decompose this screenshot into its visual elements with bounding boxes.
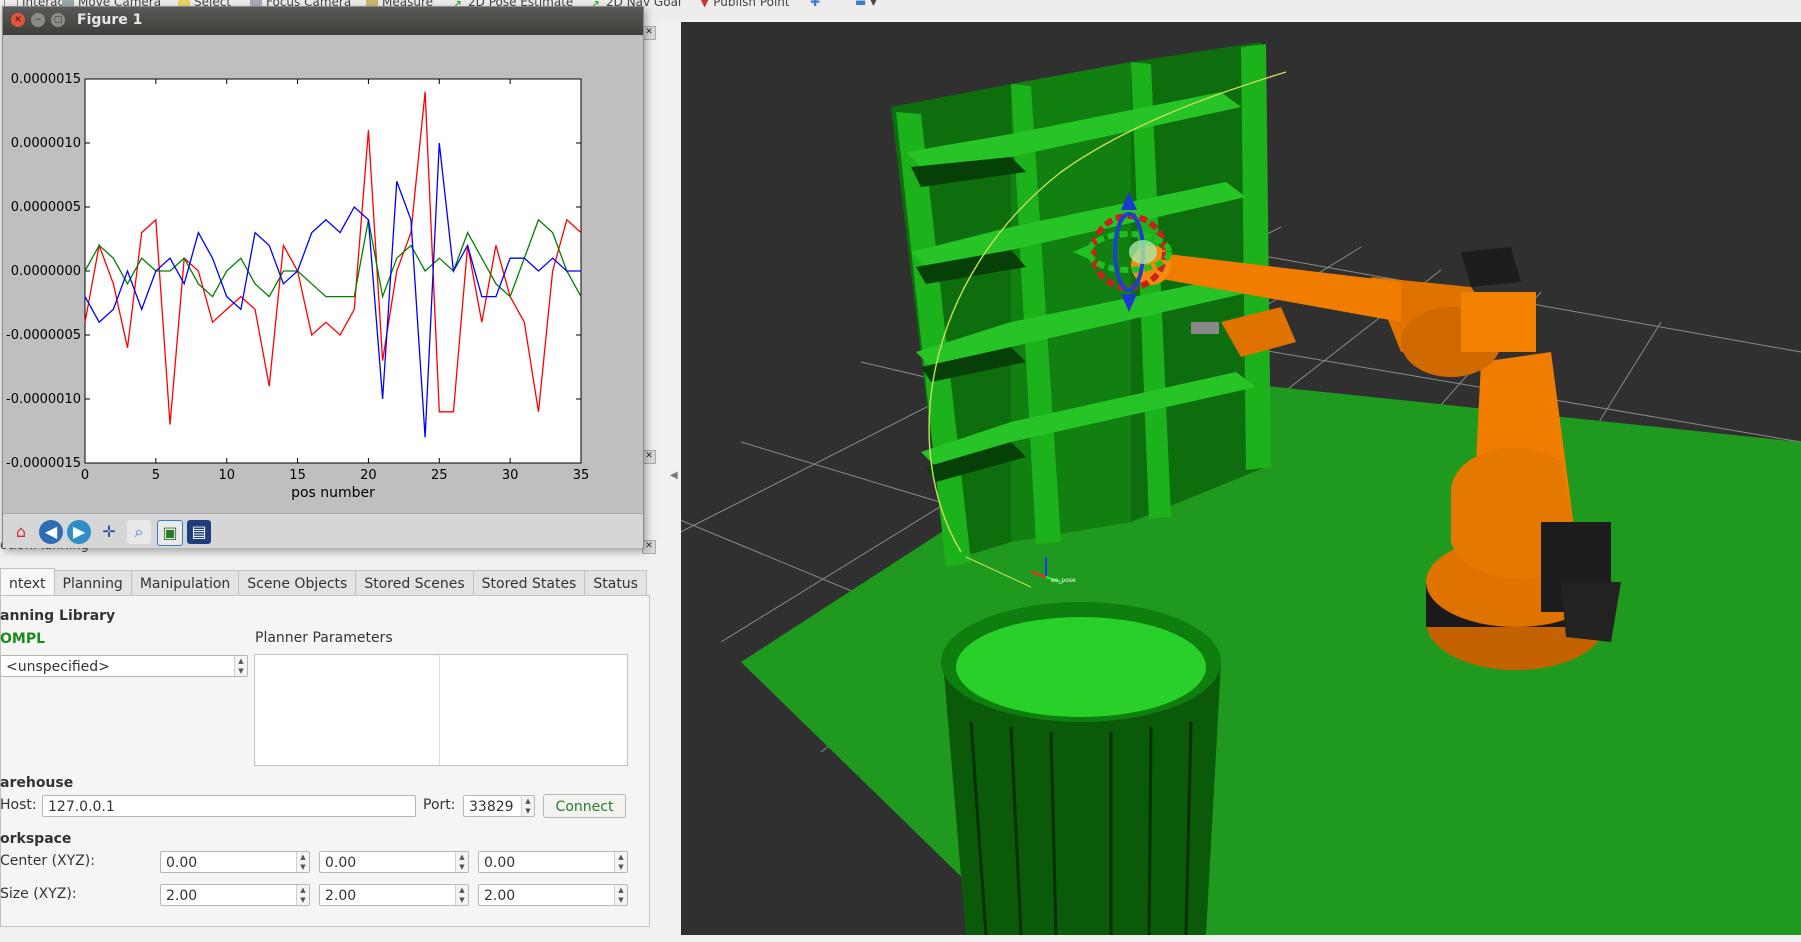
- y-tick-label: 0.0000015: [11, 72, 81, 87]
- center-z-value: 0.00: [484, 855, 516, 871]
- y-tick-label: 0.0000010: [11, 136, 81, 151]
- figure-title: Figure 1: [77, 12, 143, 28]
- y-tick-label: 0.0000000: [11, 264, 81, 279]
- plus-icon: ✚: [810, 0, 821, 9]
- minimize-icon[interactable]: −: [31, 13, 45, 27]
- size-z-value: 2.00: [484, 888, 516, 904]
- publish-point-icon: ▼: [700, 0, 710, 9]
- tab-planning[interactable]: Planning: [53, 570, 132, 595]
- ee-pose-label: ee_pose: [1051, 577, 1076, 584]
- close-icon[interactable]: ✕: [11, 13, 25, 27]
- motion-planning-tabs: ntext Planning Manipulation Scene Object…: [0, 568, 647, 596]
- bucket-model: [941, 602, 1221, 935]
- center-y-value: 0.00: [325, 855, 357, 871]
- tab-context[interactable]: ntext: [0, 568, 55, 595]
- planner-select[interactable]: <unspecified> ▲ ▼: [0, 655, 248, 677]
- updown-arrows-icon: ▲ ▼: [614, 852, 627, 872]
- size-x-spinbox[interactable]: 2.00 ▲ ▼: [160, 884, 310, 906]
- y-tick-label: 0.0000005: [11, 200, 81, 215]
- close-icon[interactable]: ✕: [642, 26, 656, 40]
- center-x-spinbox[interactable]: 0.00 ▲ ▼: [160, 851, 310, 873]
- workspace-heading: orkspace: [0, 831, 72, 847]
- port-spinbox[interactable]: 33829 ▲ ▼: [463, 795, 535, 817]
- configure-subplots-icon[interactable]: ▣: [157, 520, 183, 546]
- x-tick-label: 15: [289, 468, 306, 483]
- updown-arrows-icon: ▲ ▼: [296, 885, 309, 905]
- maximize-icon[interactable]: □: [51, 13, 65, 27]
- port-label: Port:: [423, 797, 456, 813]
- y-tick-label: -0.0000005: [6, 328, 81, 343]
- toolbar-label: Publish Point: [713, 0, 790, 9]
- x-tick-label: 25: [431, 468, 448, 483]
- chevron-down-icon: ▼: [870, 0, 877, 7]
- planning-library-heading: anning Library: [0, 608, 116, 624]
- center-y-spinbox[interactable]: 0.00 ▲ ▼: [319, 851, 469, 873]
- y-tick-label: -0.0000015: [6, 456, 81, 471]
- remove-tool-button[interactable]: ▬ ▼: [855, 0, 877, 9]
- host-label: Host:: [0, 797, 37, 813]
- pan-icon[interactable]: ✛: [97, 520, 121, 544]
- updown-arrows-icon: ▲ ▼: [614, 885, 627, 905]
- updown-arrows-icon: ▲ ▼: [234, 656, 247, 676]
- x-tick-label: 20: [360, 468, 377, 483]
- x-tick-label: 10: [218, 468, 235, 483]
- updown-arrows-icon: ▲ ▼: [455, 885, 468, 905]
- planning-library-name: OMPL: [0, 631, 46, 647]
- floor-plane: [741, 377, 1801, 935]
- figure-toolbar: ⌂ ◀ ▶ ✛ ⌕ ▣ ▤: [3, 513, 643, 548]
- size-x-value: 2.00: [166, 888, 198, 904]
- size-z-spinbox[interactable]: 2.00 ▲ ▼: [478, 884, 628, 906]
- minus-icon: ▬: [855, 0, 867, 9]
- tab-status[interactable]: Status: [584, 570, 647, 595]
- updown-arrows-icon: ▲ ▼: [296, 852, 309, 872]
- back-icon[interactable]: ◀: [39, 520, 63, 544]
- x-axis-label: pos number: [291, 485, 375, 501]
- x-tick-label: 35: [573, 468, 590, 483]
- updown-arrows-icon: ▲ ▼: [521, 796, 534, 816]
- 3d-viewport[interactable]: ee_pose: [681, 22, 1801, 935]
- connect-button[interactable]: Connect: [543, 794, 626, 818]
- figure-titlebar[interactable]: ✕ − □ Figure 1: [3, 7, 643, 35]
- home-icon[interactable]: ⌂: [9, 520, 33, 544]
- port-value: 33829: [469, 799, 514, 815]
- size-y-value: 2.00: [325, 888, 357, 904]
- center-z-spinbox[interactable]: 0.00 ▲ ▼: [478, 851, 628, 873]
- planner-parameters-label: Planner Parameters: [255, 630, 393, 646]
- x-tick-label: 30: [502, 468, 519, 483]
- host-input[interactable]: 127.0.0.1: [42, 795, 416, 817]
- size-y-spinbox[interactable]: 2.00 ▲ ▼: [319, 884, 469, 906]
- planner-select-value: <unspecified>: [6, 659, 110, 675]
- size-label: Size (XYZ):: [0, 886, 77, 902]
- tab-manipulation[interactable]: Manipulation: [130, 570, 240, 595]
- zoom-icon[interactable]: ⌕: [127, 520, 151, 544]
- x-tick-label: 0: [81, 468, 89, 483]
- add-tool-button[interactable]: ✚: [810, 0, 820, 9]
- x-tick-label: 5: [152, 468, 160, 483]
- center-label: Center (XYZ):: [0, 853, 95, 869]
- updown-arrows-icon: ▲ ▼: [455, 852, 468, 872]
- planner-parameters-table[interactable]: [254, 654, 628, 766]
- warehouse-heading: arehouse: [0, 775, 74, 791]
- y-tick-label: -0.0000010: [6, 392, 81, 407]
- toolbar-publish-point[interactable]: ▼ Publish Point: [700, 0, 790, 9]
- tab-stored-scenes[interactable]: Stored Scenes: [355, 570, 474, 595]
- splitter-handle[interactable]: ◀: [670, 470, 678, 486]
- figure-window[interactable]: ✕ − □ Figure 1 0 5 10 15 20 25 30 35 0.0000015 0.…: [2, 6, 644, 548]
- line-chart: 0 5 10 15 20 25 30 35 0.0000015 0.0000010 0.000000…: [6, 72, 590, 501]
- tab-scene-objects[interactable]: Scene Objects: [238, 570, 357, 595]
- close-icon[interactable]: ✕: [642, 450, 656, 464]
- close-icon[interactable]: ✕: [642, 540, 656, 554]
- tab-stored-states[interactable]: Stored States: [472, 570, 586, 595]
- forward-icon[interactable]: ▶: [67, 520, 91, 544]
- save-icon[interactable]: ▤: [187, 520, 211, 544]
- center-x-value: 0.00: [166, 855, 198, 871]
